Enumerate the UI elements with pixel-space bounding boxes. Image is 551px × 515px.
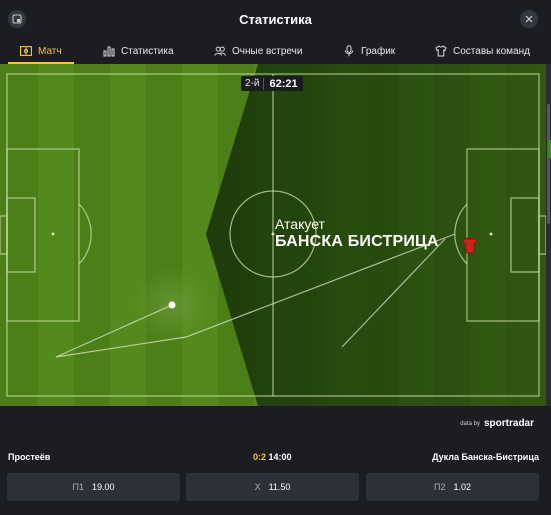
attack-label: Атакует — [275, 216, 325, 232]
data-provider: data by sportradar — [460, 418, 534, 429]
attacking-team-name: БАНСКА БИСТРИЦА — [275, 233, 439, 250]
score-and-time: 0:2 14:00 — [253, 452, 292, 462]
away-team-name: Дукла Банска-Бистрица — [432, 452, 539, 462]
provider-prefix: data by — [460, 420, 480, 427]
tab-statistics[interactable]: Статистика — [103, 38, 174, 64]
odds-button-draw[interactable]: Х 11.50 — [186, 473, 359, 501]
clock-time: 62:21 — [263, 77, 302, 90]
period-label: 2-й — [245, 78, 260, 89]
tab-label: Составы команд — [453, 45, 530, 57]
match-tracker-pitch: 2-й 62:21 — [0, 64, 546, 406]
match-info: Простеёв 0:2 14:00 Дукла Банска-Бистрица — [0, 449, 551, 465]
score: 0:2 — [253, 452, 267, 462]
home-team-name: Простеёв — [8, 452, 51, 462]
tab-label: График — [361, 45, 396, 57]
kickoff-time: 14:00 — [268, 452, 292, 462]
team-shirt-icon — [462, 237, 478, 254]
tab-match[interactable]: Матч — [8, 38, 74, 64]
pitch-stripe — [110, 64, 146, 406]
odds-label: П1 — [72, 482, 84, 492]
match-clock: 2-й 62:21 — [241, 76, 303, 91]
tab-label: Статистика — [121, 45, 174, 57]
odds-value: 11.50 — [268, 482, 291, 492]
pitch-graphic — [0, 64, 546, 406]
scrollbar[interactable] — [546, 64, 551, 406]
provider-logo: sportradar — [483, 418, 534, 429]
odds-value: 1.02 — [453, 482, 471, 492]
odds-label: Х — [254, 482, 261, 492]
tab-label: Очные встречи — [232, 45, 303, 57]
odds-button-away[interactable]: П2 1.02 — [366, 473, 539, 501]
scrollbar-thumb[interactable] — [547, 104, 550, 224]
odds-button-home[interactable]: П1 19.00 — [7, 473, 180, 501]
tab-head-to-head[interactable]: Очные встречи — [214, 38, 302, 64]
page-title: Статистика — [239, 12, 312, 27]
tab-label: Матч — [38, 45, 62, 57]
users-icon — [214, 45, 226, 57]
microphone-icon — [343, 45, 355, 57]
shirt-icon — [435, 45, 447, 57]
close-icon[interactable] — [520, 10, 538, 28]
odds-value: 19.00 — [91, 482, 115, 492]
title-bar: Статистика — [0, 0, 551, 38]
tab-lineups[interactable]: Составы команд — [435, 38, 530, 64]
tab-schedule[interactable]: График — [343, 38, 395, 64]
tab-bar: Матч Статистика Очные встречи График Сос… — [0, 38, 551, 64]
bar-chart-icon — [103, 45, 115, 57]
pitch-icon — [20, 45, 32, 57]
ball-marker — [168, 301, 176, 309]
odds-label: П2 — [433, 482, 446, 492]
